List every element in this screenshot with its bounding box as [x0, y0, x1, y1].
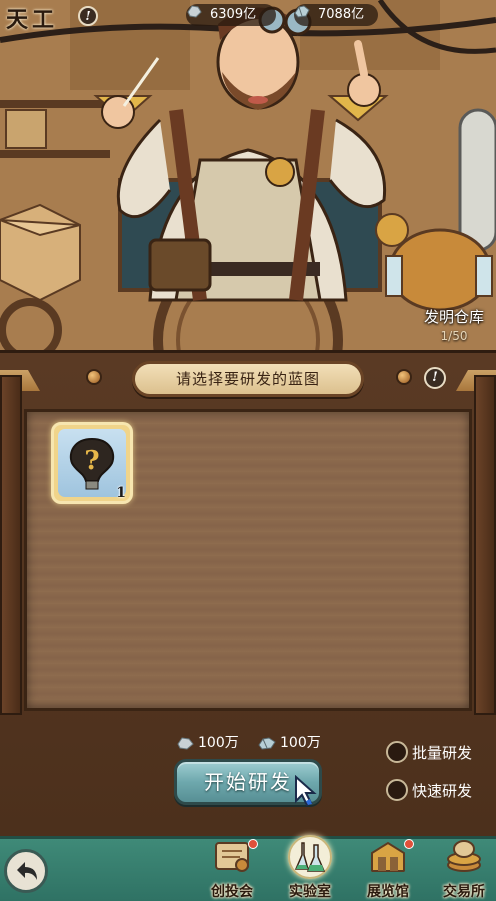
resource-crystal-value: 7088亿 [318, 7, 365, 22]
panel-side-right [474, 375, 496, 715]
warehouse-count: 1/50 [440, 329, 468, 343]
panel-side-left [0, 375, 22, 715]
blueprint-banner: 请选择要研发的蓝图 [132, 361, 364, 397]
fast-research-radio[interactable] [386, 779, 408, 801]
research-panel: 请选择要研发的蓝图 ! ? 1 100万 100万 批量研发 快速研发 开始研发 [0, 350, 496, 836]
nav-laboratory[interactable]: 实验室 [278, 835, 342, 901]
batch-research-radio[interactable] [386, 741, 408, 763]
nav-venture-meeting[interactable]: 创投会 [200, 835, 264, 901]
nav-exhibition-hall[interactable]: 展览馆 [356, 835, 420, 901]
back-button[interactable] [4, 849, 48, 893]
cost-crystal-value: 100万 [280, 735, 321, 751]
crystal-ore-icon [258, 737, 276, 750]
trade-coin-icon [447, 840, 481, 872]
info-icon[interactable]: ! [78, 6, 98, 26]
cost-crystal: 100万 [258, 733, 321, 753]
nav-exhibition-label: 展览馆 [367, 884, 409, 900]
rivet-right [396, 369, 412, 385]
cost-silver: 100万 [176, 733, 239, 753]
resource-silver-value: 6309亿 [210, 7, 257, 22]
blueprint-grid: ? 1 [24, 409, 472, 711]
nav-exchange[interactable]: 交易所 [432, 835, 496, 901]
blueprint-slot-count: 1 [116, 485, 126, 501]
rivet-left [86, 369, 102, 385]
invention-warehouse[interactable]: 发明仓库 1/50 [412, 306, 496, 343]
svg-text:?: ? [84, 446, 99, 476]
top-bar: 天工 ! 6309亿 7088亿 [0, 0, 496, 33]
nav-exchange-label: 交易所 [443, 884, 485, 900]
silver-ore-icon [177, 737, 194, 750]
resource-silver: 6309亿 [186, 4, 276, 26]
crystal-ore-icon [294, 5, 310, 18]
back-arrow-icon [17, 862, 37, 880]
page-title: 天工 [6, 7, 59, 33]
nav-laboratory-label: 实验室 [289, 884, 331, 900]
workshop-illustration [0, 0, 496, 350]
bottom-nav-bar: 创投会 实验室 展览馆 交易所 [0, 835, 496, 901]
help-icon[interactable]: ! [424, 367, 446, 389]
pointer-cursor-icon [295, 775, 317, 807]
fast-research-label: 快速研发 [412, 782, 473, 800]
venture-badge-dot [248, 839, 258, 849]
silver-ore-icon [187, 5, 202, 18]
lab-flask-icon [288, 835, 332, 879]
workshop-scene: 天工 ! 6309亿 7088亿 发明仓库 1/50 [0, 0, 496, 350]
resource-crystal: 7088亿 [294, 4, 378, 26]
nav-venture-label: 创投会 [211, 884, 253, 900]
warehouse-label: 发明仓库 [423, 308, 484, 326]
batch-research-label: 批量研发 [412, 744, 473, 762]
blueprint-slot[interactable]: ? 1 [51, 422, 133, 504]
cost-silver-value: 100万 [198, 735, 239, 751]
exhibition-badge-dot [404, 839, 414, 849]
